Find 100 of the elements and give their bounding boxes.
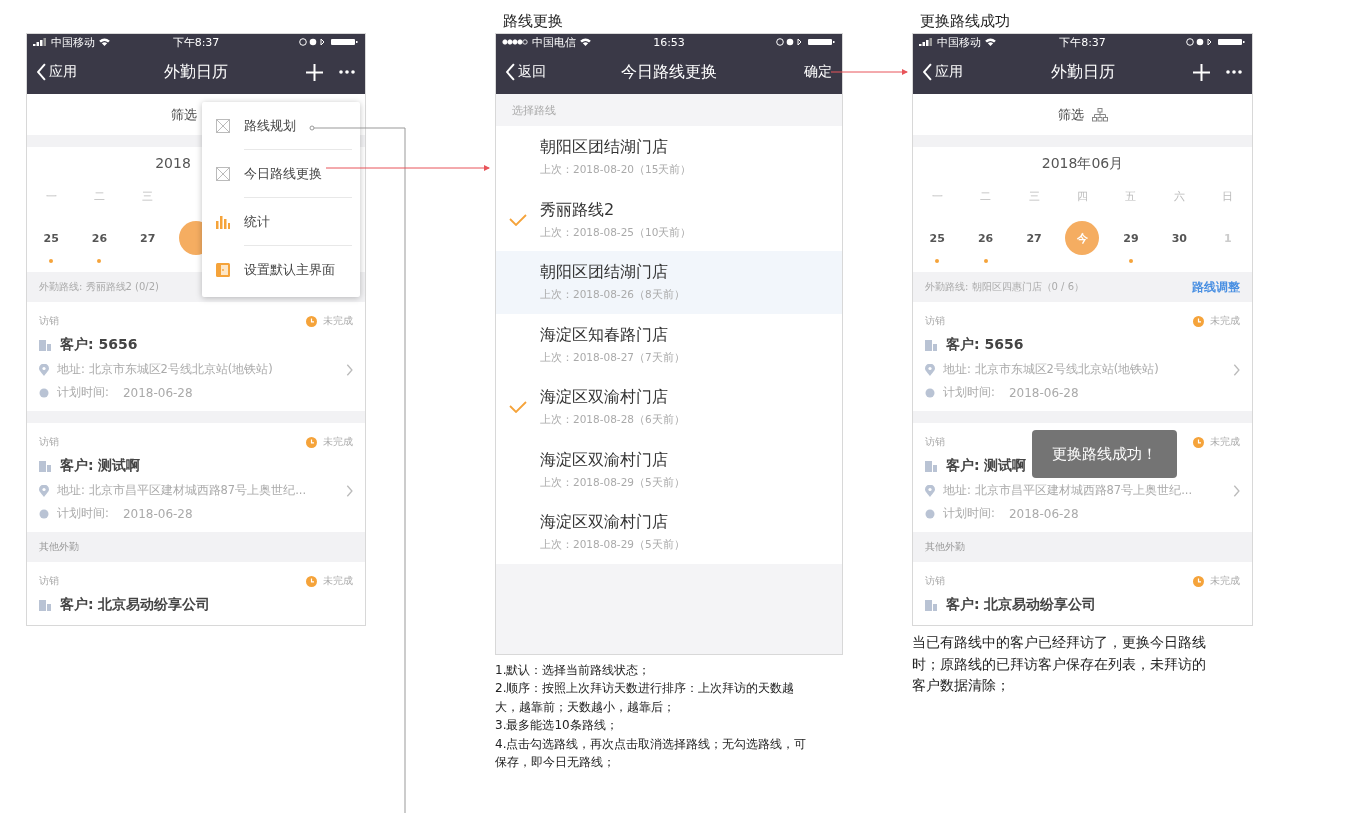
building-icon bbox=[39, 599, 52, 611]
weekday-label: 日 bbox=[1222, 189, 1234, 205]
calendar-day[interactable]: 25 bbox=[920, 221, 955, 255]
section-header: 其他外勤 bbox=[27, 532, 365, 562]
calendar-day[interactable]: 26 bbox=[968, 221, 1003, 255]
visit-type: 访销 bbox=[925, 574, 945, 588]
annotation-text: 2.顺序：按照上次拜访天数进行排序：上次拜访的天数越大，越靠前；天数越小，越靠后； bbox=[495, 680, 796, 716]
plan-time-value: 2018-06-28 bbox=[122, 506, 193, 521]
status-time: 下午8:37 bbox=[1059, 34, 1106, 50]
filter-bar[interactable]: 筛选 bbox=[913, 94, 1252, 147]
status-icons bbox=[1186, 38, 1246, 46]
section-header: 选择路线 bbox=[496, 94, 842, 126]
calendar-day[interactable]: 30 bbox=[1162, 221, 1197, 255]
back-chevron-icon bbox=[37, 63, 47, 81]
back-chevron-icon bbox=[923, 63, 933, 81]
more-button[interactable] bbox=[339, 70, 355, 74]
bar-chart-icon bbox=[216, 214, 230, 229]
image-placeholder-icon bbox=[216, 166, 230, 181]
wifi-icon bbox=[99, 38, 110, 46]
plan-time-value: 2018-06-28 bbox=[122, 385, 193, 400]
visit-type: 访销 bbox=[925, 435, 945, 449]
menu-item[interactable]: 统计 bbox=[202, 198, 360, 245]
more-button[interactable] bbox=[1226, 70, 1242, 74]
address-text: 地址: 北京市东城区2号线北京站(地铁站) bbox=[57, 362, 274, 377]
toast-message: 更换路线成功！ bbox=[1032, 430, 1177, 478]
last-visit: 上次：2018-08-26（8天前） bbox=[540, 288, 685, 303]
menu-item[interactable]: 今日路线更换 bbox=[202, 150, 360, 197]
clock-icon bbox=[306, 575, 317, 587]
route-name: 秀丽路线2 bbox=[540, 199, 616, 221]
chevron-right-icon bbox=[346, 484, 353, 497]
more-icon bbox=[1226, 70, 1242, 74]
visit-status: 未完成 bbox=[323, 435, 353, 449]
back-button[interactable]: 应用 bbox=[37, 63, 164, 81]
plan-time-value: 2018-06-28 bbox=[1008, 506, 1079, 521]
visit-type: 访销 bbox=[925, 314, 945, 328]
nav-title: 今日路线更换 bbox=[621, 61, 717, 83]
menu-item[interactable]: 路线规划 bbox=[202, 102, 360, 149]
hierarchy-icon bbox=[1091, 107, 1108, 122]
customer-name: 客户: 5656 bbox=[946, 336, 1024, 354]
clock-icon bbox=[39, 508, 49, 519]
signal-icon bbox=[33, 38, 47, 46]
customer-name: 客户: 北京易动纷享公司 bbox=[946, 596, 1097, 614]
weekday-label: 五 bbox=[1125, 189, 1137, 205]
building-icon bbox=[925, 599, 938, 611]
address-text: 地址: 北京市东城区2号线北京站(地铁站) bbox=[943, 362, 1160, 377]
calendar-day[interactable]: 27 bbox=[1017, 221, 1052, 255]
annotation-text: 1.默认：选择当前路线状态； bbox=[495, 661, 652, 679]
signal-icon bbox=[919, 38, 933, 46]
location-pin-icon bbox=[925, 484, 935, 497]
building-icon bbox=[39, 460, 52, 472]
month-label: 2018年06月 bbox=[1041, 155, 1124, 173]
calendar-day[interactable]: 25 bbox=[34, 221, 69, 255]
nav-title: 外勤日历 bbox=[164, 61, 228, 83]
plan-time-label: 计划时间: bbox=[57, 385, 109, 400]
building-icon bbox=[39, 339, 52, 351]
calendar-day[interactable]: 27 bbox=[130, 221, 165, 255]
visit-type: 访销 bbox=[39, 314, 59, 328]
signal-icon bbox=[502, 39, 528, 45]
route-name: 海淀区双渝村门店 bbox=[540, 512, 669, 534]
route-name: 朝阳区团结湖门店 bbox=[540, 137, 669, 159]
customer-name: 客户: 5656 bbox=[60, 336, 138, 354]
chevron-right-icon bbox=[346, 363, 353, 376]
calendar-day[interactable]: 29 bbox=[1113, 221, 1148, 255]
back-button[interactable]: 返回 bbox=[506, 63, 621, 81]
status-icons bbox=[299, 38, 359, 46]
route-option[interactable]: 朝阳区团结湖门店 上次：2018-08-26（8天前） bbox=[496, 251, 842, 314]
back-chevron-icon bbox=[506, 63, 516, 81]
nav-title: 外勤日历 bbox=[1050, 61, 1115, 83]
route-name: 海淀区双渝村门店 bbox=[540, 387, 669, 409]
route-summary: 外勤路线: 朝阳区四惠门店（0 / 6） bbox=[925, 280, 1084, 294]
visit-type: 访销 bbox=[39, 574, 59, 588]
last-visit: 上次：2018-08-20（15天前） bbox=[540, 163, 692, 178]
menu-item[interactable]: 设置默认主界面 bbox=[202, 246, 360, 293]
last-visit: 上次：2018-08-29（5天前） bbox=[540, 538, 685, 553]
add-button[interactable] bbox=[306, 63, 323, 81]
customer-name: 客户: 测试啊 bbox=[60, 457, 141, 475]
calendar-day[interactable]: 26 bbox=[82, 221, 117, 255]
address-text: 地址: 北京市昌平区建材城西路87号上奥世纪... bbox=[57, 483, 308, 498]
back-button[interactable]: 应用 bbox=[923, 63, 1051, 81]
clock-icon bbox=[39, 387, 49, 398]
location-pin-icon bbox=[39, 484, 49, 497]
building-icon bbox=[925, 339, 938, 351]
more-icon bbox=[339, 70, 355, 74]
clock-icon bbox=[306, 315, 317, 327]
clock-icon bbox=[925, 387, 935, 398]
annotation-text: 当已有路线中的客户已经拜访了，更换今日路线时；原路线的已拜访客户保存在列表，未拜访的客户数据清除； bbox=[912, 633, 1207, 696]
plus-icon bbox=[1193, 63, 1210, 81]
visit-status: 未完成 bbox=[323, 314, 353, 328]
door-icon bbox=[216, 262, 230, 277]
visit-status: 未完成 bbox=[323, 574, 353, 588]
route-name: 朝阳区团结湖门店 bbox=[540, 262, 669, 284]
plan-time-value: 2018-06-28 bbox=[1008, 385, 1079, 400]
screen-title: 更换路线成功 bbox=[919, 11, 1011, 32]
add-button[interactable] bbox=[1193, 63, 1210, 81]
location-pin-icon bbox=[925, 363, 935, 376]
confirm-button[interactable]: 确定 bbox=[804, 63, 832, 81]
carrier-name: 中国移动 bbox=[51, 34, 95, 50]
address-text: 地址: 北京市昌平区建材城西路87号上奥世纪... bbox=[943, 483, 1194, 498]
clock-icon bbox=[1193, 575, 1204, 587]
building-icon bbox=[925, 460, 938, 472]
